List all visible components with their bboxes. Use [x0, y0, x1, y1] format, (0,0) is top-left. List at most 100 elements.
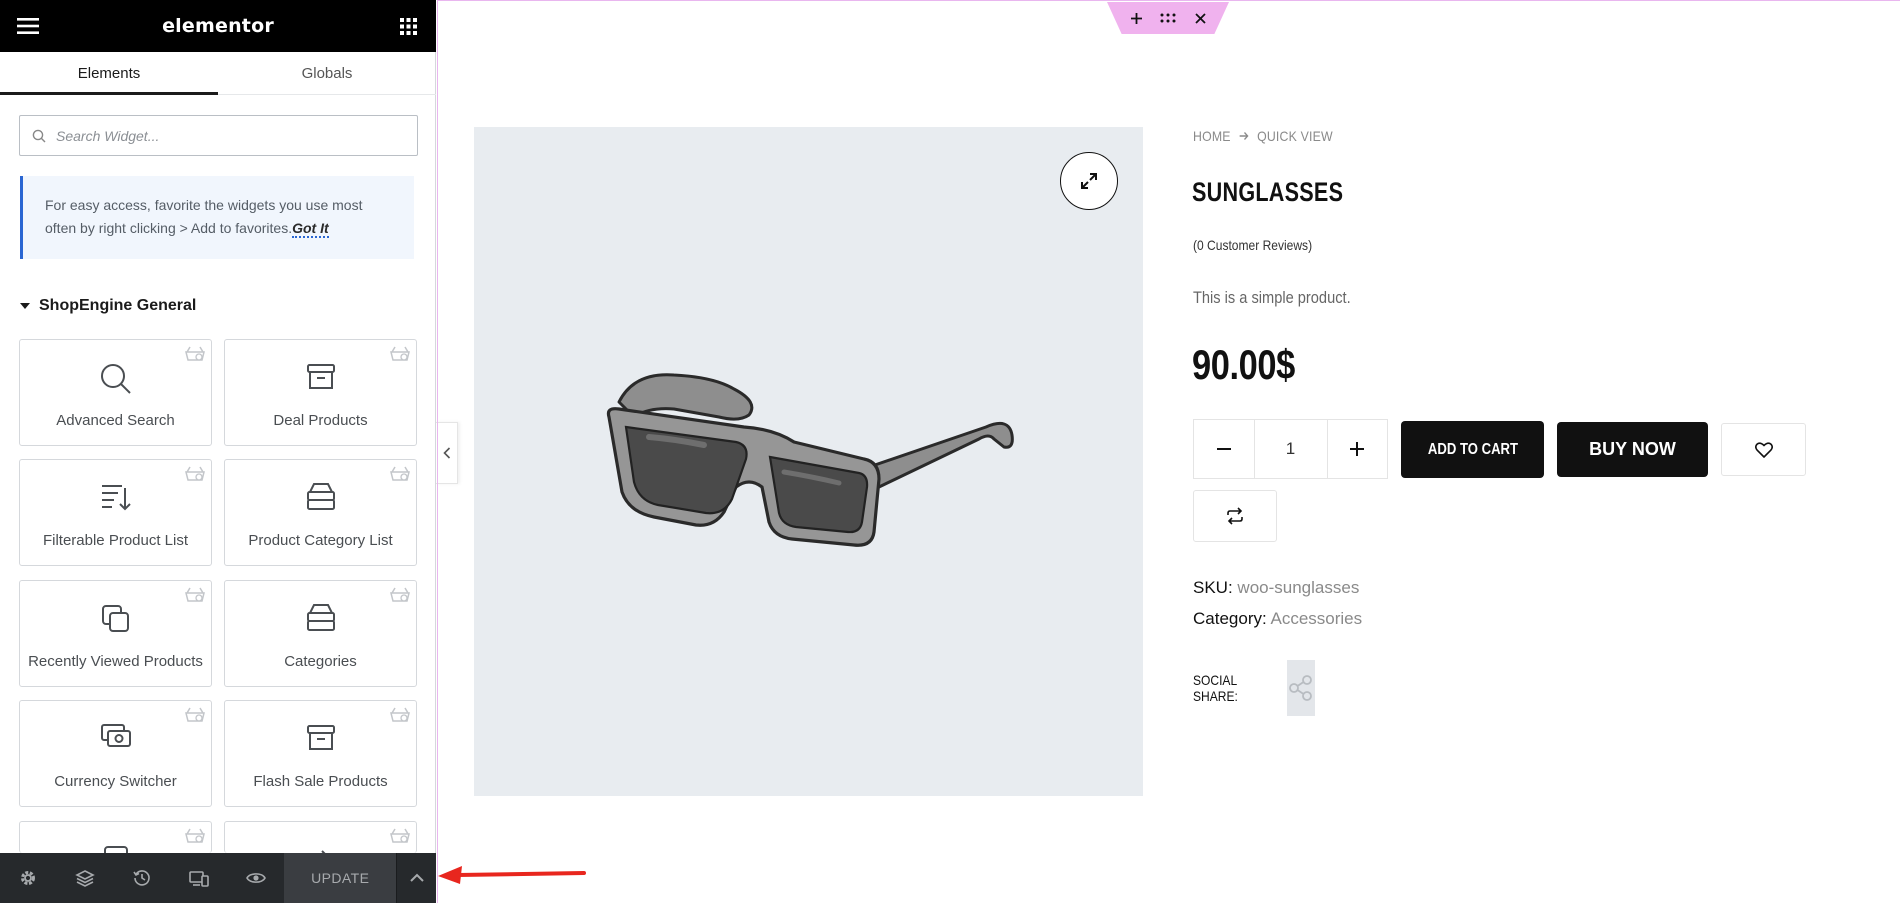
- drag-section-handle[interactable]: [1158, 8, 1178, 28]
- search-icon: [100, 364, 131, 394]
- stack-icon: [306, 483, 335, 510]
- widget-label: Currency Switcher: [54, 773, 177, 790]
- widget-label: Recently Viewed Products: [28, 653, 203, 670]
- category-label: Category:: [1193, 609, 1267, 628]
- widget-product-category-list[interactable]: Product Category List: [224, 459, 417, 566]
- search-widget-input[interactable]: [56, 127, 396, 144]
- share-button[interactable]: [1287, 660, 1315, 716]
- stack-icon: [306, 604, 335, 631]
- widget-label: Categories: [284, 653, 357, 670]
- panel-tabs: Elements Globals: [0, 52, 436, 95]
- widget-currency-switcher[interactable]: Currency Switcher: [19, 700, 212, 807]
- elementor-panel: elementor Elements Globals For easy acce…: [0, 0, 436, 903]
- social-share-label: SOCIAL SHARE:: [1193, 672, 1238, 704]
- settings-button[interactable]: [0, 853, 57, 903]
- minus-icon: [1216, 448, 1231, 450]
- quantity-increase-button[interactable]: [1328, 420, 1388, 478]
- quantity-input[interactable]: [1253, 420, 1328, 478]
- add-to-cart-button[interactable]: ADD TO CART: [1401, 421, 1544, 478]
- preview-button[interactable]: [228, 853, 285, 903]
- delete-section-button[interactable]: [1190, 8, 1210, 28]
- sunglasses-image: [606, 373, 1014, 547]
- save-options-button[interactable]: [396, 853, 436, 903]
- responsive-mode-button[interactable]: [171, 853, 228, 903]
- product-description: This is a simple product.: [1193, 288, 1351, 307]
- product-image[interactable]: [474, 127, 1143, 796]
- tab-globals[interactable]: Globals: [218, 52, 436, 94]
- widget-filterable-product-list[interactable]: Filterable Product List: [19, 459, 212, 566]
- tab-elements[interactable]: Elements: [0, 52, 218, 95]
- sku-label: SKU:: [1193, 578, 1233, 597]
- widget-label: Product Category List: [248, 532, 393, 549]
- social-share: SOCIAL SHARE:: [1193, 660, 1315, 716]
- widget-label: Deal Products: [273, 412, 368, 429]
- history-button[interactable]: [114, 853, 171, 903]
- money-icon: [100, 724, 131, 747]
- drag-dots-icon: [1160, 13, 1176, 23]
- favorites-notice: For easy access, favorite the widgets yo…: [20, 176, 414, 259]
- expand-icon: [1081, 173, 1097, 189]
- search-icon: [32, 129, 46, 142]
- gear-icon: [21, 871, 36, 885]
- widget-deal-products[interactable]: Deal Products: [224, 339, 417, 446]
- got-it-link[interactable]: Got It: [292, 220, 329, 238]
- breadcrumb-home-link[interactable]: HOME: [1193, 128, 1231, 144]
- history-icon: [133, 870, 150, 886]
- widget-partial[interactable]: [19, 821, 212, 853]
- close-icon: [1194, 12, 1206, 24]
- widget-label: Flash Sale Products: [253, 773, 388, 790]
- widget-icon: [103, 846, 128, 853]
- add-to-cart-label: ADD TO CART: [1427, 440, 1518, 458]
- section-handle: [1107, 2, 1229, 34]
- widget-flash-sale-products[interactable]: Flash Sale Products: [224, 700, 417, 807]
- chevron-up-icon: [409, 873, 424, 882]
- hamburger-menu-button[interactable]: [14, 12, 42, 40]
- caret-down-icon: [20, 303, 30, 309]
- sort-list-icon: [101, 485, 131, 511]
- plus-icon: [1350, 442, 1365, 456]
- category-link[interactable]: Accessories: [1271, 609, 1363, 628]
- product-title: SUNGLASSES: [1192, 177, 1344, 207]
- annotation-arrow-icon: [438, 866, 586, 884]
- widget-label: Advanced Search: [56, 412, 175, 429]
- compare-arrows-icon: [1227, 507, 1243, 525]
- arrow-right-icon: [1239, 128, 1250, 144]
- update-button[interactable]: UPDATE: [284, 853, 397, 903]
- buy-now-button[interactable]: BUY NOW: [1557, 422, 1708, 477]
- product-price: 90.00$: [1192, 341, 1295, 388]
- grid-icon: [399, 17, 417, 35]
- layers-icon: [75, 870, 96, 887]
- compare-button[interactable]: [1193, 490, 1277, 542]
- quantity-decrease-button[interactable]: [1194, 420, 1254, 478]
- archive-box-icon: [306, 364, 335, 389]
- wishlist-button[interactable]: [1721, 423, 1806, 476]
- widgets-grid-button[interactable]: [394, 12, 422, 40]
- eye-icon: [246, 873, 266, 883]
- zoom-image-button[interactable]: [1060, 152, 1118, 210]
- product-category: Category: Accessories: [1193, 609, 1362, 629]
- customer-reviews-link[interactable]: (0 Customer Reviews): [1193, 237, 1312, 253]
- breadcrumb: HOME QUICK VIEW: [1193, 128, 1333, 144]
- archive-box-icon: [306, 725, 335, 750]
- arrow-right-icon: [320, 850, 325, 853]
- widget-categories[interactable]: Categories: [224, 580, 417, 687]
- category-toggle-shopengine-general[interactable]: ShopEngine General: [20, 297, 196, 315]
- widget-recently-viewed-products[interactable]: Recently Viewed Products: [19, 580, 212, 687]
- widget-partial[interactable]: [224, 821, 417, 853]
- widget-advanced-search[interactable]: Advanced Search: [19, 339, 212, 446]
- plus-icon: [1130, 12, 1142, 24]
- heart-icon: [1754, 441, 1773, 458]
- add-section-button[interactable]: [1126, 8, 1146, 28]
- share-icon: [1289, 675, 1312, 701]
- panel-header: elementor: [0, 0, 436, 52]
- panel-footer: UPDATE: [0, 853, 436, 903]
- breadcrumb-current: QUICK VIEW: [1257, 128, 1333, 144]
- category-title: ShopEngine General: [39, 297, 197, 314]
- devices-icon: [189, 870, 209, 887]
- search-box: [19, 115, 418, 156]
- app: elementor Elements Globals For easy acce…: [0, 0, 1900, 903]
- navigator-button[interactable]: [57, 853, 114, 903]
- copy-icon: [101, 605, 129, 632]
- widget-label: Filterable Product List: [42, 532, 189, 549]
- hamburger-icon: [17, 18, 39, 34]
